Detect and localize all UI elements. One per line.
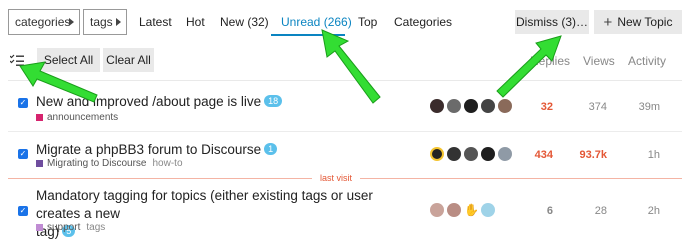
tags-dropdown[interactable]: tags [83, 9, 127, 35]
hand-avatar-icon[interactable]: ✋ [464, 203, 479, 217]
new-topic-label: New Topic [617, 15, 673, 29]
categories-dropdown-label: categories [15, 15, 71, 29]
avatar[interactable] [481, 203, 495, 217]
topic-checkbox[interactable]: ✓ [18, 149, 28, 159]
poster-avatars [430, 99, 515, 113]
activity-time[interactable]: 39m [620, 101, 660, 113]
topic-tag[interactable]: how-to [152, 158, 182, 169]
topic-row[interactable]: ✓ New and improved /about page is live 18… [8, 90, 682, 130]
category-swatch [36, 224, 43, 231]
tab-top[interactable]: Top [358, 9, 377, 35]
avatar[interactable] [481, 99, 495, 113]
unread-count-badge[interactable]: 18 [264, 95, 283, 107]
topic-category[interactable]: support tags [36, 222, 105, 233]
dismiss-button[interactable]: Dismiss (3)… [515, 10, 589, 34]
tab-unread[interactable]: Unread (266) [281, 9, 352, 35]
col-header-activity[interactable]: Activity [628, 54, 666, 68]
clear-all-button[interactable]: Clear All [103, 48, 154, 72]
topic-title-text[interactable]: Mandatory tagging for topics (either exi… [36, 188, 373, 221]
category-label[interactable]: announcements [47, 112, 118, 123]
replies-count[interactable]: 6 [513, 205, 553, 217]
topic-tag[interactable]: tags [86, 222, 105, 233]
activity-time[interactable]: 2h [620, 205, 660, 217]
topic-title[interactable]: New and improved /about page is live 18 [36, 93, 406, 111]
replies-count[interactable]: 32 [513, 101, 553, 113]
select-all-button[interactable]: Select All [37, 48, 100, 72]
plus-icon: + [603, 13, 613, 31]
views-count: 374 [588, 101, 607, 113]
poster-avatars [430, 147, 515, 161]
tab-hot[interactable]: Hot [186, 9, 205, 35]
tab-latest[interactable]: Latest [139, 9, 172, 35]
avatar[interactable] [464, 99, 478, 113]
avatar[interactable] [498, 147, 512, 161]
tags-dropdown-label: tags [90, 15, 113, 29]
avatar[interactable] [464, 147, 478, 161]
bulk-toolbar: Select All Clear All Replies Views Activ… [8, 48, 682, 74]
topic-title-text[interactable]: Migrate a phpBB3 forum to Discourse [36, 142, 261, 157]
avatar[interactable] [447, 99, 461, 113]
category-swatch [36, 160, 43, 167]
topic-category[interactable]: announcements [36, 112, 118, 123]
bulk-select-icon[interactable] [10, 54, 24, 66]
caret-right-icon [116, 18, 121, 26]
topic-row[interactable]: ✓ Migrate a phpBB3 forum to Discourse 1 M… [8, 138, 682, 174]
header-divider [8, 80, 682, 81]
avatar[interactable] [447, 203, 461, 217]
views-count: 28 [594, 205, 607, 217]
category-swatch [36, 114, 43, 121]
topic-title[interactable]: Migrate a phpBB3 forum to Discourse 1 [36, 141, 406, 159]
col-header-views[interactable]: Views [583, 54, 615, 68]
avatar[interactable] [430, 203, 444, 217]
replies-count[interactable]: 434 [513, 149, 553, 161]
topic-category[interactable]: Migrating to Discourse how-to [36, 158, 183, 169]
col-header-replies[interactable]: Replies [530, 54, 570, 68]
avatar[interactable] [481, 147, 495, 161]
topic-title-text[interactable]: New and improved /about page is live [36, 94, 261, 109]
topic-checkbox[interactable]: ✓ [18, 98, 28, 108]
tab-categories[interactable]: Categories [394, 9, 452, 35]
topic-list-nav: categories tags Latest Hot New (32) Unre… [8, 9, 682, 36]
tab-new[interactable]: New (32) [220, 9, 269, 35]
category-label[interactable]: Migrating to Discourse [47, 158, 146, 169]
category-label[interactable]: support [47, 222, 80, 233]
topic-row[interactable]: ✓ Mandatory tagging for topics (either e… [8, 185, 682, 239]
active-tab-underline [271, 34, 345, 36]
topic-checkbox[interactable]: ✓ [18, 206, 28, 216]
last-visit-label: last visit [312, 173, 361, 183]
avatar[interactable] [430, 99, 444, 113]
categories-dropdown[interactable]: categories [8, 9, 80, 35]
row-divider [8, 131, 682, 132]
activity-time[interactable]: 1h [620, 149, 660, 161]
poster-avatars: ✋ [430, 203, 498, 217]
avatar[interactable] [447, 147, 461, 161]
views-count: 93.7k [579, 149, 607, 161]
caret-right-icon [69, 18, 74, 26]
avatar[interactable] [430, 147, 444, 161]
new-topic-button[interactable]: + New Topic [594, 10, 682, 34]
avatar[interactable] [498, 99, 512, 113]
unread-count-badge[interactable]: 1 [264, 143, 278, 155]
